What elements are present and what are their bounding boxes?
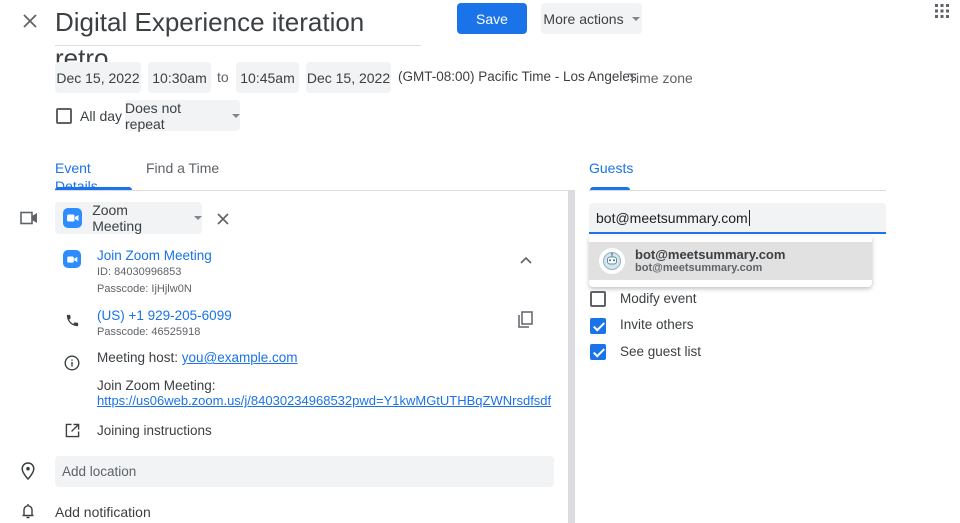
meeting-passcode: Passcode: IjHjlw0N [97,283,192,295]
meeting-host: Meeting host: you@example.com [97,350,298,365]
guest-suggestion-dropdown: bot@meetsummary.com bot@meetsummary.com [589,236,872,287]
modify-event-checkbox[interactable] [590,291,606,307]
phone-passcode: Passcode: 46525918 [97,326,201,338]
host-email-link[interactable]: you@example.com [182,350,298,365]
to-label: to [217,69,229,85]
location-pin-icon [19,461,37,481]
see-guest-list-label: See guest list [620,344,702,359]
close-icon [23,14,37,28]
guests-divider [589,190,886,191]
all-day-checkbox[interactable] [56,108,72,124]
invite-others-label: Invite others [620,317,694,332]
text-cursor [748,209,750,226]
apps-button[interactable] [930,1,954,21]
add-notification-button[interactable]: Add notification [55,504,151,520]
close-icon [217,213,229,225]
start-date-button[interactable]: Dec 15, 2022 [55,62,141,93]
chevron-down-icon [194,216,202,220]
see-guest-list-checkbox[interactable] [590,344,606,360]
start-time-button[interactable]: 10:30am [148,62,211,93]
zoom-logo-icon [63,250,81,268]
copy-icon [518,311,533,328]
more-actions-button[interactable]: More actions [541,3,642,34]
event-title-input[interactable]: Digital Experience iteration retro [55,4,421,73]
open-in-new-icon [63,421,81,439]
join-zoom-meeting-link[interactable]: Join Zoom Meeting [97,248,212,263]
location-input[interactable]: Add location [55,456,554,487]
tab-event-details[interactable]: Event Details [55,160,132,194]
apps-grid-icon [935,4,949,18]
chevron-down-icon [232,113,240,118]
phone-icon [63,311,81,329]
timezone-display: (GMT-08:00) Pacific Time - Los Angeles [398,69,637,84]
video-camera-icon [18,208,40,228]
all-day-label: All day [80,108,123,124]
tab-find-a-time[interactable]: Find a Time [146,160,219,190]
collapse-button[interactable] [516,252,536,268]
conference-provider-dropdown[interactable]: Zoom Meeting [55,202,202,234]
save-button[interactable]: Save [457,3,527,34]
joining-instructions-link[interactable]: Joining instructions [97,423,212,438]
info-icon [63,354,81,372]
chevron-down-icon [631,16,640,21]
copy-button[interactable] [514,309,536,331]
guest-suggestion-item[interactable]: bot@meetsummary.com bot@meetsummary.com [589,242,872,280]
modify-event-label: Modify event [620,291,697,306]
remove-conference-button[interactable] [212,208,234,230]
end-date-button[interactable]: Dec 15, 2022 [306,62,391,93]
zoom-logo-icon [63,208,83,228]
repeat-dropdown[interactable]: Does not repeat [125,100,240,132]
invite-others-checkbox[interactable] [590,318,606,334]
join-text: Join Zoom Meeting: [97,378,216,393]
tabs-divider [55,190,575,191]
end-time-button[interactable]: 10:45am [236,62,299,93]
suggestion-name: bot@meetsummary.com [635,246,786,262]
robot-avatar-icon [599,248,625,274]
add-guests-input[interactable]: bot@meetsummary.com [589,203,886,234]
meeting-id: ID: 84030996853 [97,266,182,278]
suggestion-email: bot@meetsummary.com [635,261,763,274]
join-url-link[interactable]: https://us06web.zoom.us/j/84030234968532… [97,393,551,408]
scrollbar[interactable] [568,191,575,523]
tab-guests[interactable]: Guests [589,160,633,190]
timezone-button[interactable]: Time zone [628,70,693,86]
phone-number-link[interactable]: (US) +1 929-205-6099 [97,308,232,323]
chevron-up-icon [520,256,532,264]
close-button[interactable] [18,9,42,33]
bell-icon [20,502,36,520]
